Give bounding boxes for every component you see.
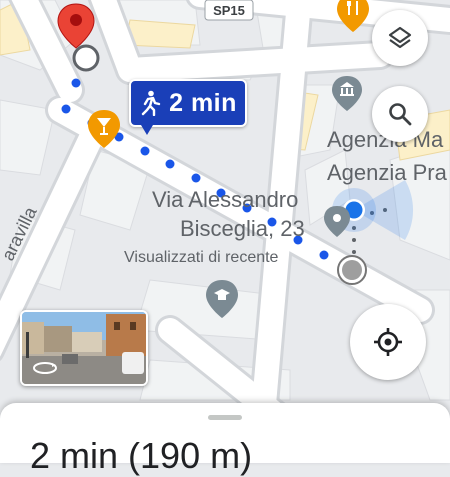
route-start-marker[interactable] [72, 44, 100, 72]
address-label-line2: Bisceglia, 23 [180, 216, 305, 241]
search-icon [389, 103, 412, 126]
walking-time-label: 2 min [169, 88, 237, 117]
layers-icon [388, 26, 412, 49]
my-location-button[interactable] [350, 304, 426, 380]
walking-time-badge[interactable]: 2 min [129, 79, 247, 135]
address-label-line1: Via Alessandro [152, 187, 298, 212]
search-button[interactable] [372, 86, 428, 142]
360-rotate-icon [33, 362, 57, 374]
bottom-sheet[interactable]: 2 min (190 m) [0, 403, 450, 476]
my-location-icon [374, 328, 402, 356]
sheet-drag-handle[interactable] [208, 415, 242, 420]
road-shield: SP15 [204, 0, 254, 21]
layers-button[interactable] [372, 10, 428, 66]
walking-person-icon [141, 90, 161, 116]
route-end-marker[interactable] [337, 255, 367, 285]
route-summary: 2 min (190 m) [30, 435, 253, 476]
recent-label: Visualizzati di recente [124, 249, 279, 266]
road-shield-label: SP15 [213, 3, 245, 18]
agency-label-line2: Agenzia Pra [327, 160, 448, 185]
street-view-thumbnail[interactable] [20, 310, 148, 386]
